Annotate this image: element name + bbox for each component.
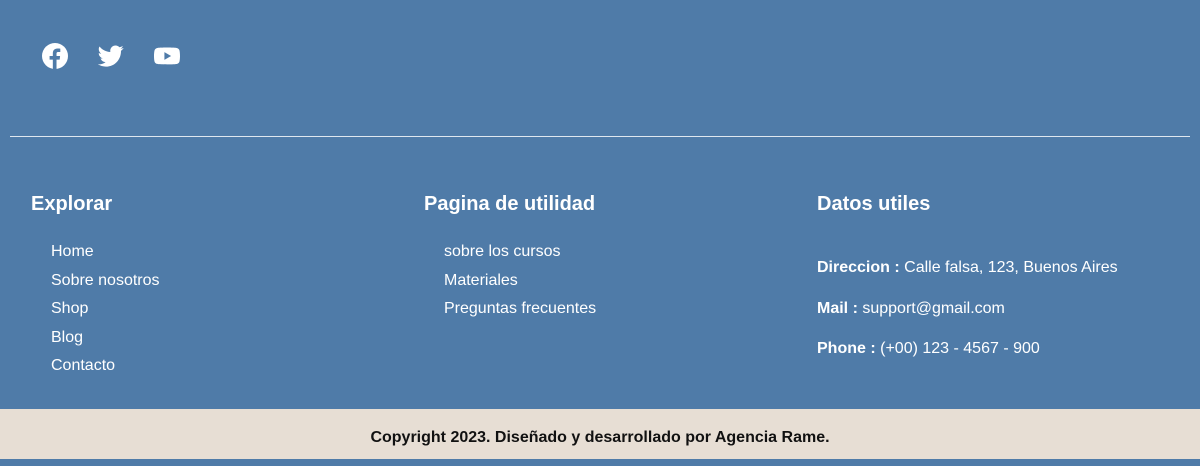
address-value: Calle falsa, 123, Buenos Aires bbox=[904, 259, 1118, 276]
link-materiales[interactable]: Materiales bbox=[444, 272, 518, 289]
list-item: Shop bbox=[51, 295, 160, 324]
list-item: Home bbox=[51, 238, 160, 267]
utility-column: Pagina de utilidad sobre los cursos Mate… bbox=[424, 192, 596, 324]
utility-links: sobre los cursos Materiales Preguntas fr… bbox=[424, 238, 596, 324]
link-shop[interactable]: Shop bbox=[51, 300, 88, 317]
link-blog[interactable]: Blog bbox=[51, 329, 83, 346]
link-contacto[interactable]: Contacto bbox=[51, 357, 115, 374]
facebook-icon bbox=[42, 43, 68, 69]
phone-value[interactable]: (+00) 123 - 4567 - 900 bbox=[880, 340, 1040, 357]
address-row: Direccion : Calle falsa, 123, Buenos Air… bbox=[817, 258, 1118, 278]
address-label: Direccion : bbox=[817, 259, 900, 276]
youtube-link[interactable] bbox=[154, 43, 180, 69]
mail-row: Mail : support@gmail.com bbox=[817, 299, 1118, 319]
explore-links: Home Sobre nosotros Shop Blog Contacto bbox=[31, 238, 160, 381]
mail-label: Mail : bbox=[817, 299, 858, 317]
list-item: Materiales bbox=[444, 267, 596, 296]
twitter-link[interactable] bbox=[98, 43, 124, 69]
footer-divider bbox=[10, 136, 1190, 137]
copyright-text: Copyright 2023. Diseñado y desarrollado … bbox=[370, 429, 830, 446]
social-links bbox=[42, 43, 180, 69]
mail-value[interactable]: support@gmail.com bbox=[862, 300, 1005, 317]
list-item: Contacto bbox=[51, 352, 160, 381]
list-item: sobre los cursos bbox=[444, 238, 596, 267]
data-heading: Datos utiles bbox=[817, 193, 931, 215]
link-preguntas-frecuentes[interactable]: Preguntas frecuentes bbox=[444, 300, 596, 317]
list-item: Preguntas frecuentes bbox=[444, 295, 596, 324]
data-column: Datos utiles Direccion : Calle falsa, 12… bbox=[817, 192, 1118, 380]
list-item: Blog bbox=[51, 324, 160, 353]
phone-row: Phone : (+00) 123 - 4567 - 900 bbox=[817, 339, 1118, 359]
explore-heading: Explorar bbox=[31, 193, 113, 215]
copyright-bar: Copyright 2023. Diseñado y desarrollado … bbox=[0, 409, 1200, 459]
youtube-icon bbox=[154, 47, 180, 65]
phone-label: Phone : bbox=[817, 340, 876, 357]
twitter-icon bbox=[98, 45, 124, 67]
link-home[interactable]: Home bbox=[51, 243, 94, 260]
link-sobre-nosotros[interactable]: Sobre nosotros bbox=[51, 272, 160, 289]
utility-heading: Pagina de utilidad bbox=[424, 193, 596, 215]
facebook-link[interactable] bbox=[42, 43, 68, 69]
explore-column: Explorar Home Sobre nosotros Shop Blog C… bbox=[31, 192, 160, 381]
link-sobre-los-cursos[interactable]: sobre los cursos bbox=[444, 243, 561, 260]
list-item: Sobre nosotros bbox=[51, 267, 160, 296]
site-footer: Explorar Home Sobre nosotros Shop Blog C… bbox=[0, 0, 1200, 409]
contact-info: Direccion : Calle falsa, 123, Buenos Air… bbox=[817, 258, 1118, 359]
